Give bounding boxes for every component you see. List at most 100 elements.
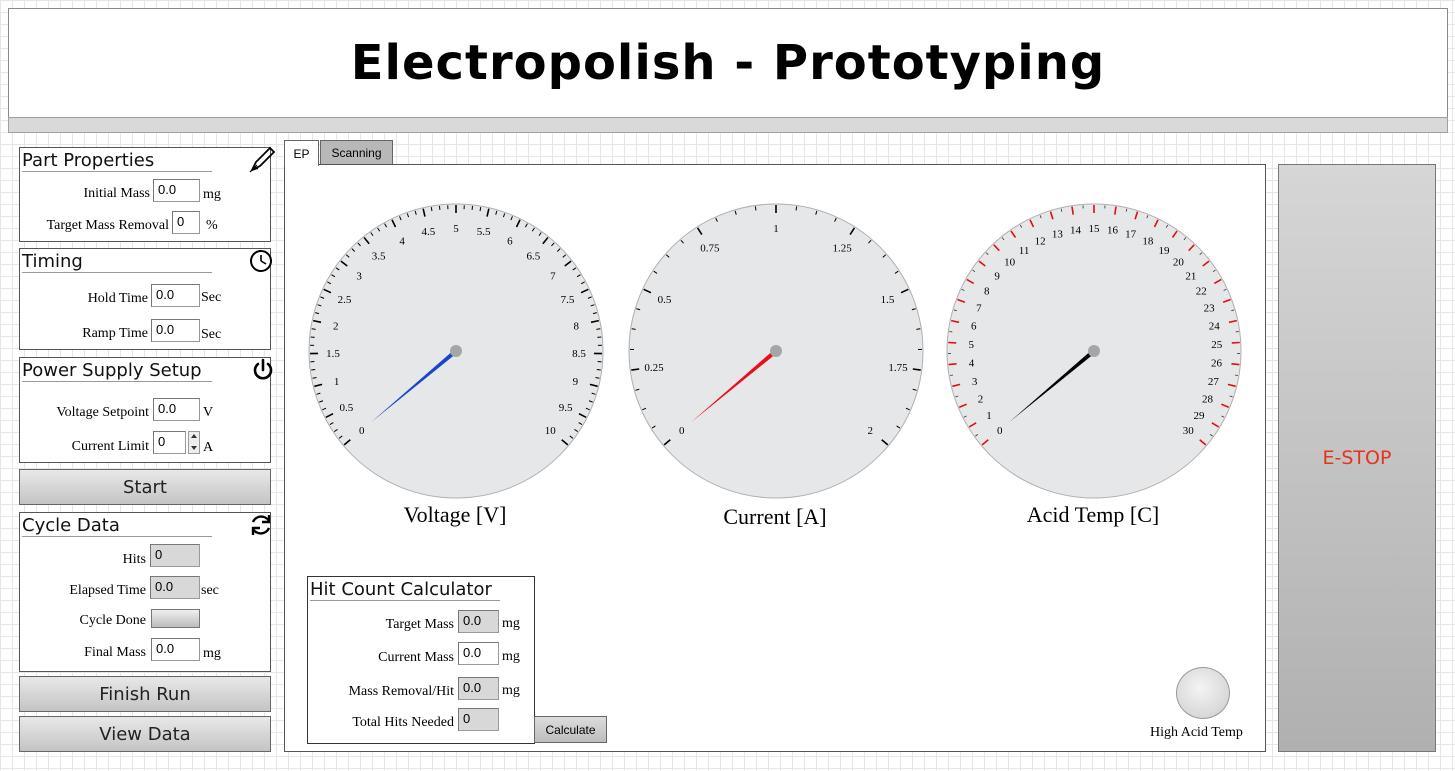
tick-label: 2	[333, 320, 339, 332]
major-tick	[1231, 363, 1240, 366]
tick-label: 0.25	[644, 362, 664, 374]
pen-icon	[249, 146, 276, 173]
final-mass-label: Final Mass	[84, 645, 146, 660]
tick-label: 12	[1035, 235, 1046, 247]
minor-tick	[596, 328, 601, 330]
initial-mass-unit: mg	[203, 187, 221, 202]
tick-label: 28	[1202, 393, 1214, 405]
cycle-done-indicator	[151, 609, 200, 628]
tick-label: 4	[969, 357, 975, 369]
initial-mass-label: Initial Mass	[83, 186, 151, 201]
hold-time-input[interactable]: 0.0	[151, 284, 200, 307]
tick-label: 22	[1196, 286, 1207, 298]
tick-label: 5.5	[477, 226, 491, 238]
tick-label: 14	[1070, 224, 1082, 236]
tick-label: 5	[968, 339, 974, 351]
tick-label: 2.5	[338, 294, 352, 306]
panel-title: Timing	[22, 251, 212, 273]
tick-label: 16	[1107, 224, 1119, 236]
tick-label: 1.75	[888, 362, 908, 374]
view-data-button[interactable]: View Data	[19, 716, 271, 752]
minor-tick	[795, 206, 798, 211]
tick-label: 21	[1185, 270, 1196, 282]
tick-label: 2	[867, 425, 873, 437]
e-stop-button[interactable]: E-STOP	[1278, 164, 1436, 752]
tick-label: 9.5	[559, 402, 573, 414]
tick-label: 6	[971, 320, 977, 332]
tick-label: 25	[1211, 339, 1223, 351]
panel-title: Hit Count Calculator	[310, 579, 500, 601]
start-button[interactable]: Start	[19, 469, 271, 505]
minor-tick	[1234, 374, 1238, 376]
hold-time-label: Hold Time	[87, 291, 148, 306]
tick-label: 20	[1173, 257, 1185, 269]
tick-label: 8.5	[572, 348, 586, 360]
tick-label: 0	[997, 425, 1003, 437]
mass-removal-hit-unit: mg	[502, 683, 520, 698]
tick-label: 6.5	[527, 250, 541, 262]
current-limit-stepper[interactable]	[188, 431, 200, 454]
calculate-button[interactable]: Calculate	[534, 716, 607, 743]
minor-tick	[950, 374, 954, 376]
elapsed-time-value: 0.0	[150, 576, 200, 599]
target-mass-label: Target Mass	[385, 617, 454, 632]
power-supply-panel: Power Supply Setup Voltage Setpoint 0.0 …	[19, 357, 273, 463]
ramp-time-unit: Sec	[201, 327, 222, 342]
high-acid-temp-indicator	[1176, 667, 1230, 719]
minor-tick	[479, 207, 482, 212]
voltage-setpoint-input[interactable]: 0.0	[153, 398, 200, 421]
tab-ep[interactable]: EP	[284, 140, 319, 166]
panel-title: Part Properties	[22, 150, 212, 172]
refresh-icon	[251, 515, 271, 535]
tick-label: 1	[773, 223, 779, 235]
clock-icon	[250, 250, 272, 272]
stepper-down-icon[interactable]	[191, 446, 197, 450]
stepper-up-icon[interactable]	[191, 434, 197, 438]
target-mass-value: 0.0	[458, 610, 499, 633]
current-mass-input[interactable]: 0.0	[458, 642, 499, 665]
tab-scanning[interactable]: Scanning	[320, 140, 393, 165]
tick-label: 17	[1125, 229, 1137, 241]
major-tick	[631, 368, 640, 371]
tick-label: 3	[972, 376, 978, 388]
current-gauge-label: Current [A]	[723, 504, 827, 529]
panel-title: Power Supply Setup	[22, 360, 212, 382]
ramp-time-label: Ramp Time	[82, 326, 148, 341]
voltage-gauge: 0 0.5 1 1.5 2 2.5 3 3.5 4 4.5 5 5.5 6 6.5 7 7.5 8 8.5 9 9.5…	[308, 203, 604, 499]
hits-label: Hits	[122, 552, 146, 567]
acid-temp-gauge-label: Acid Temp [C]	[1026, 502, 1160, 527]
minor-tick	[754, 206, 757, 211]
tick-label: 2	[978, 393, 984, 405]
mass-removal-hit-label: Mass Removal/Hit	[348, 684, 454, 699]
major-tick	[948, 363, 957, 366]
ramp-time-input[interactable]: 0.0	[151, 319, 200, 342]
high-acid-temp-label: High Acid Temp	[1150, 725, 1243, 740]
tick-label: 4.5	[421, 226, 435, 238]
current-mass-unit: mg	[502, 649, 520, 664]
current-limit-input[interactable]: 0	[153, 431, 186, 454]
final-mass-input[interactable]: 0.0	[151, 638, 200, 661]
tick-label: 8	[984, 286, 990, 298]
tick-label: 27	[1208, 376, 1220, 388]
cycle-data-panel: Cycle Data Hits 0 Elapsed Time 0.0 sec C…	[19, 512, 271, 672]
tick-label: 1.5	[881, 294, 895, 306]
tick-label: 10	[1004, 257, 1016, 269]
current-mass-label: Current Mass	[378, 650, 454, 665]
target-removal-unit: %	[206, 218, 218, 233]
needle-hub	[1088, 345, 1100, 357]
voltage-gauge-label: Voltage [V]	[403, 502, 507, 527]
tick-label: 26	[1211, 357, 1223, 369]
tick-label: 29	[1194, 410, 1206, 422]
target-removal-label: Target Mass Removal	[46, 218, 169, 233]
initial-mass-input[interactable]: 0.0	[153, 179, 200, 202]
minor-tick	[430, 207, 433, 212]
tick-label: 0	[359, 425, 365, 437]
needle-hub	[770, 345, 782, 357]
minor-tick	[916, 328, 921, 330]
finish-run-button[interactable]: Finish Run	[19, 676, 271, 712]
power-icon	[253, 358, 273, 380]
elapsed-time-unit: sec	[201, 583, 219, 598]
tick-label: 3	[356, 270, 362, 282]
target-removal-input[interactable]: 0	[172, 211, 200, 234]
voltage-unit: V	[203, 405, 214, 420]
